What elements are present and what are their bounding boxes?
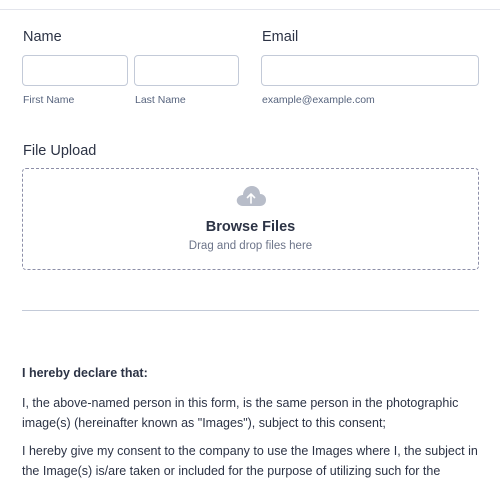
email-label: Email <box>262 29 299 45</box>
declaration-paragraph-2: I hereby give my consent to the company … <box>22 444 478 478</box>
name-label: Name <box>23 29 62 45</box>
declaration-title: I hereby declare that: <box>22 366 148 380</box>
top-divider <box>0 9 500 10</box>
last-name-input[interactable] <box>134 55 239 86</box>
drag-drop-hint: Drag and drop files here <box>188 240 313 252</box>
file-upload-label: File Upload <box>23 143 97 159</box>
email-input[interactable] <box>261 55 479 86</box>
first-name-input[interactable] <box>22 55 128 86</box>
first-name-sublabel: First Name <box>23 94 75 106</box>
last-name-sublabel: Last Name <box>135 94 186 106</box>
email-sublabel: example@example.com <box>262 94 375 106</box>
section-divider <box>22 310 479 311</box>
browse-files-button[interactable]: Browse Files <box>23 219 478 235</box>
cloud-upload-icon <box>236 186 266 206</box>
file-dropzone[interactable]: Browse Files Drag and drop files here <box>22 168 479 270</box>
declaration-paragraph-1: I, the above-named person in this form, … <box>22 396 459 430</box>
